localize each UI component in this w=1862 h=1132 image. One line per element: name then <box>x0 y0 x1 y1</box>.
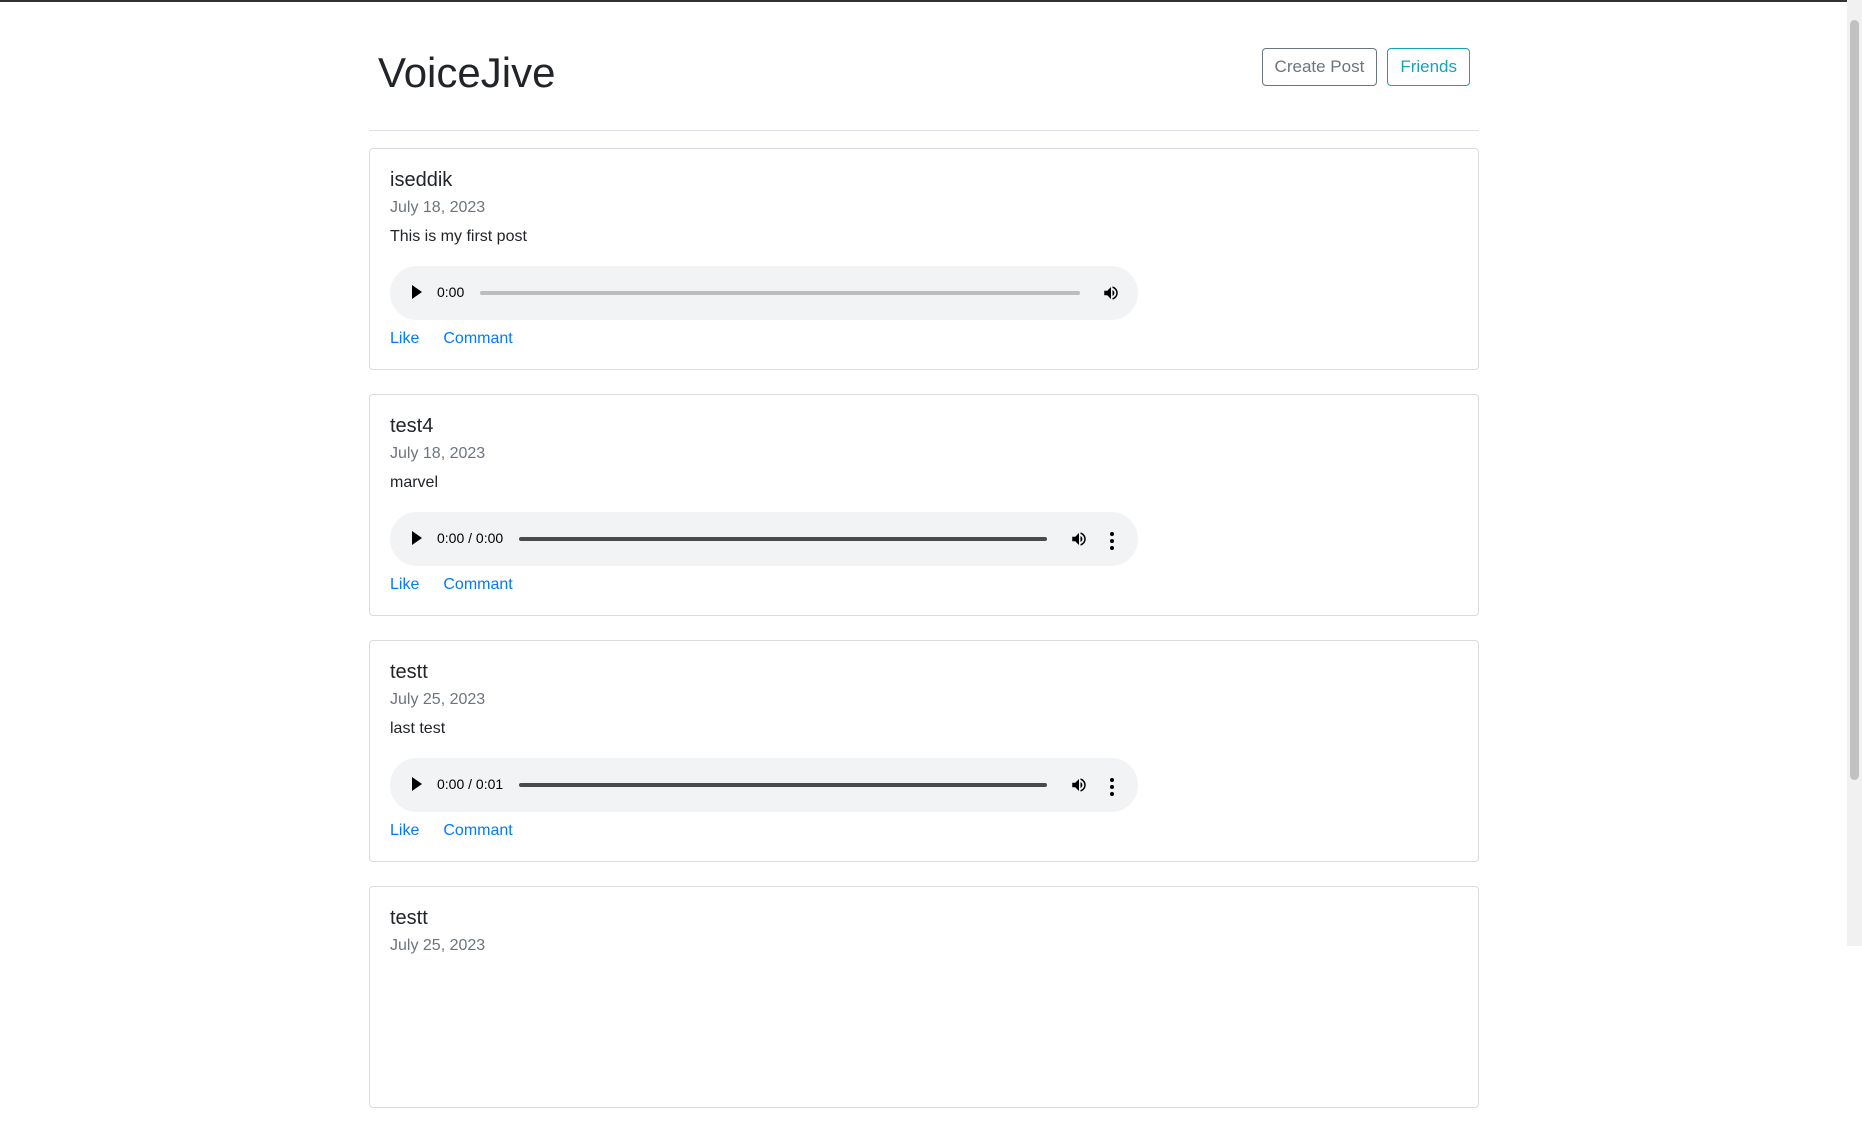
play-icon[interactable] <box>412 531 422 545</box>
audio-time: 0:00 / 0:01 <box>437 776 504 792</box>
post-date: July 25, 2023 <box>390 691 486 708</box>
like-link[interactable]: Like <box>390 822 419 840</box>
header-nav: Create Post Friends <box>1261 48 1470 86</box>
like-link[interactable]: Like <box>390 330 419 348</box>
play-icon[interactable] <box>412 285 422 299</box>
post-date: July 18, 2023 <box>390 445 486 462</box>
more-options-icon[interactable] <box>1110 530 1114 550</box>
post-card: testt July 25, 2023 <box>369 886 1479 1108</box>
volume-icon[interactable] <box>1070 776 1088 794</box>
like-link[interactable]: Like <box>390 576 419 594</box>
audio-progress-bar[interactable] <box>519 537 1047 541</box>
post-card: test4 July 18, 2023 marvel 0:00 / 0:00 L… <box>369 394 1479 616</box>
post-text: last test <box>390 720 446 737</box>
post-actions: Like Commant <box>390 330 513 348</box>
comment-link[interactable]: Commant <box>443 822 512 840</box>
volume-icon[interactable] <box>1102 284 1120 302</box>
app-title: VoiceJive <box>378 49 556 96</box>
post-card: iseddik July 18, 2023 This is my first p… <box>369 148 1479 370</box>
post-author: testt <box>390 907 428 929</box>
header: VoiceJive Create Post Friends <box>369 0 1479 131</box>
post-date: July 25, 2023 <box>390 937 486 954</box>
audio-player: 0:00 / 0:01 <box>390 758 1138 812</box>
post-actions: Like Commant <box>390 576 513 594</box>
audio-time: 0:00 / 0:00 <box>437 530 504 546</box>
audio-time: 0:00 <box>437 284 465 300</box>
audio-progress-bar[interactable] <box>480 291 1080 295</box>
main-container: VoiceJive Create Post Friends iseddik Ju… <box>369 0 1479 1108</box>
post-author: iseddik <box>390 169 453 191</box>
post-text: This is my first post <box>390 228 527 245</box>
audio-player: 0:00 / 0:00 <box>390 512 1138 566</box>
play-icon[interactable] <box>412 777 422 791</box>
post-author: testt <box>390 661 428 683</box>
create-post-button[interactable]: Create Post <box>1261 48 1378 86</box>
audio-player: 0:00 <box>390 266 1138 320</box>
comment-link[interactable]: Commant <box>443 330 512 348</box>
volume-icon[interactable] <box>1070 530 1088 548</box>
post-date: July 18, 2023 <box>390 199 486 216</box>
post-feed: iseddik July 18, 2023 This is my first p… <box>369 148 1479 1132</box>
more-options-icon[interactable] <box>1110 776 1114 796</box>
post-author: test4 <box>390 415 434 437</box>
scrollbar-thumb[interactable] <box>1850 20 1859 780</box>
friends-button[interactable]: Friends <box>1387 48 1470 86</box>
post-text: marvel <box>390 474 439 491</box>
comment-link[interactable]: Commant <box>443 576 512 594</box>
page-scrollbar[interactable] <box>1847 0 1862 946</box>
audio-progress-bar[interactable] <box>519 783 1047 787</box>
post-card: testt July 25, 2023 last test 0:00 / 0:0… <box>369 640 1479 862</box>
post-actions: Like Commant <box>390 822 513 840</box>
